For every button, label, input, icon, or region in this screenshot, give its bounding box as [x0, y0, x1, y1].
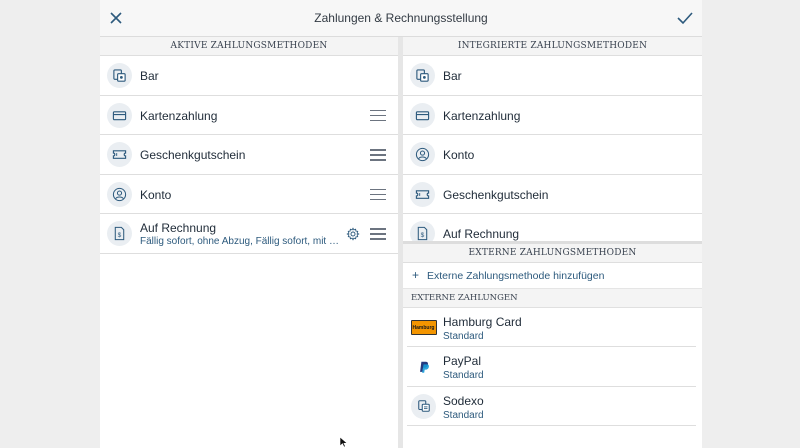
- add-external-method-button[interactable]: + Externe Zahlungsmethode hinzufügen: [403, 263, 702, 289]
- integrated-methods-heading: INTEGRIERTE ZAHLUNGSMETHODEN: [403, 37, 702, 56]
- active-methods-panel: AKTIVE ZAHLUNGSMETHODEN Bar Kartenzahlun…: [100, 37, 398, 448]
- plus-icon: +: [412, 268, 420, 282]
- active-item-label: Geschenkgutschein: [140, 148, 246, 162]
- gear-icon[interactable]: [346, 227, 360, 241]
- active-item-geschenkgutschein[interactable]: Geschenkgutschein: [100, 135, 398, 175]
- integrated-item-label: Auf Rechnung: [443, 227, 520, 241]
- dialog-header: Zahlungen & Rechnungsstellung: [100, 0, 702, 37]
- integrated-item-geschenkgutschein[interactable]: Geschenkgutschein: [403, 175, 702, 214]
- external-item-hamburg-card[interactable]: Hamburg Hamburg Card Standard: [407, 308, 696, 348]
- payment-terms-text: Fällig sofort, ohne Abzug, Fällig sofort…: [140, 236, 340, 247]
- voucher-icon: [410, 181, 435, 207]
- voucher-icon: [107, 142, 132, 167]
- drag-handle-icon[interactable]: [370, 188, 386, 200]
- svg-text:$: $: [421, 232, 425, 239]
- active-item-label: Bar: [140, 69, 159, 83]
- external-item-name: Sodexo: [443, 393, 484, 408]
- cash-icon: [107, 63, 132, 88]
- active-item-bar[interactable]: Bar: [100, 56, 398, 96]
- integrated-item-konto[interactable]: Konto: [403, 135, 702, 175]
- drag-handle-icon[interactable]: [370, 149, 386, 161]
- person-icon: [107, 181, 132, 207]
- person-icon: [410, 142, 435, 167]
- active-item-label: Auf Rechnung: [140, 221, 217, 235]
- mouse-cursor-icon: [339, 436, 348, 448]
- svg-text:$: $: [118, 232, 122, 239]
- dialog-title: Zahlungen & Rechnungsstellung: [314, 11, 488, 25]
- integrated-item-auf-rechnung[interactable]: $ Auf Rechnung: [403, 214, 702, 241]
- active-item-auf-rechnung[interactable]: $ Auf Rechnung Fällig sofort, ohne Abzug…: [100, 214, 398, 254]
- external-methods-heading: EXTERNE ZAHLUNGSMETHODEN: [403, 244, 702, 263]
- hamburg-card-logo: Hamburg: [410, 318, 437, 337]
- invoice-icon: $: [410, 221, 435, 241]
- active-item-label: Kartenzahlung: [140, 108, 218, 123]
- external-item-name: Hamburg Card: [443, 315, 522, 329]
- external-item-paypal[interactable]: PayPal Standard: [407, 347, 696, 387]
- integrated-item-label: Geschenkgutschein: [443, 187, 549, 202]
- integrated-methods-panel: INTEGRIERTE ZAHLUNGSMETHODEN Bar Kartenz…: [403, 37, 702, 241]
- check-icon[interactable]: [676, 10, 694, 26]
- card-icon: [107, 102, 132, 128]
- active-item-konto[interactable]: Konto: [100, 175, 398, 214]
- invoice-icon: $: [107, 221, 132, 246]
- payment-settings-dialog: Zahlungen & Rechnungsstellung AKTIVE ZAH…: [100, 0, 702, 448]
- cash-icon: [410, 63, 435, 88]
- add-external-method-label: Externe Zahlungsmethode hinzufügen: [427, 270, 605, 282]
- external-item-sodexo[interactable]: Sodexo Standard: [407, 387, 696, 426]
- external-item-status: Standard: [443, 331, 484, 342]
- integrated-item-kartenzahlung[interactable]: Kartenzahlung: [403, 96, 702, 135]
- integrated-item-label: Bar: [443, 69, 462, 83]
- external-item-name: PayPal: [443, 354, 482, 369]
- paypal-icon: [410, 357, 437, 376]
- drag-handle-icon[interactable]: [370, 228, 386, 240]
- external-payments-subheading: EXTERNE ZAHLUNGEN: [403, 289, 702, 308]
- active-item-kartenzahlung[interactable]: Kartenzahlung: [100, 96, 398, 135]
- external-methods-panel: EXTERNE ZAHLUNGSMETHODEN + Externe Zahlu…: [403, 244, 702, 448]
- integrated-item-label: Konto: [443, 148, 475, 162]
- active-methods-heading: AKTIVE ZAHLUNGSMETHODEN: [100, 37, 398, 56]
- active-item-label: Konto: [140, 187, 172, 202]
- card-icon: [410, 102, 435, 128]
- external-item-status: Standard: [443, 370, 484, 382]
- integrated-item-bar[interactable]: Bar: [403, 56, 702, 96]
- hamburg-card-logo-text: Hamburg: [410, 320, 437, 335]
- integrated-item-label: Kartenzahlung: [443, 108, 521, 123]
- sodexo-icon: [410, 393, 437, 419]
- external-item-status: Standard: [443, 409, 484, 421]
- drag-handle-icon[interactable]: [370, 109, 386, 121]
